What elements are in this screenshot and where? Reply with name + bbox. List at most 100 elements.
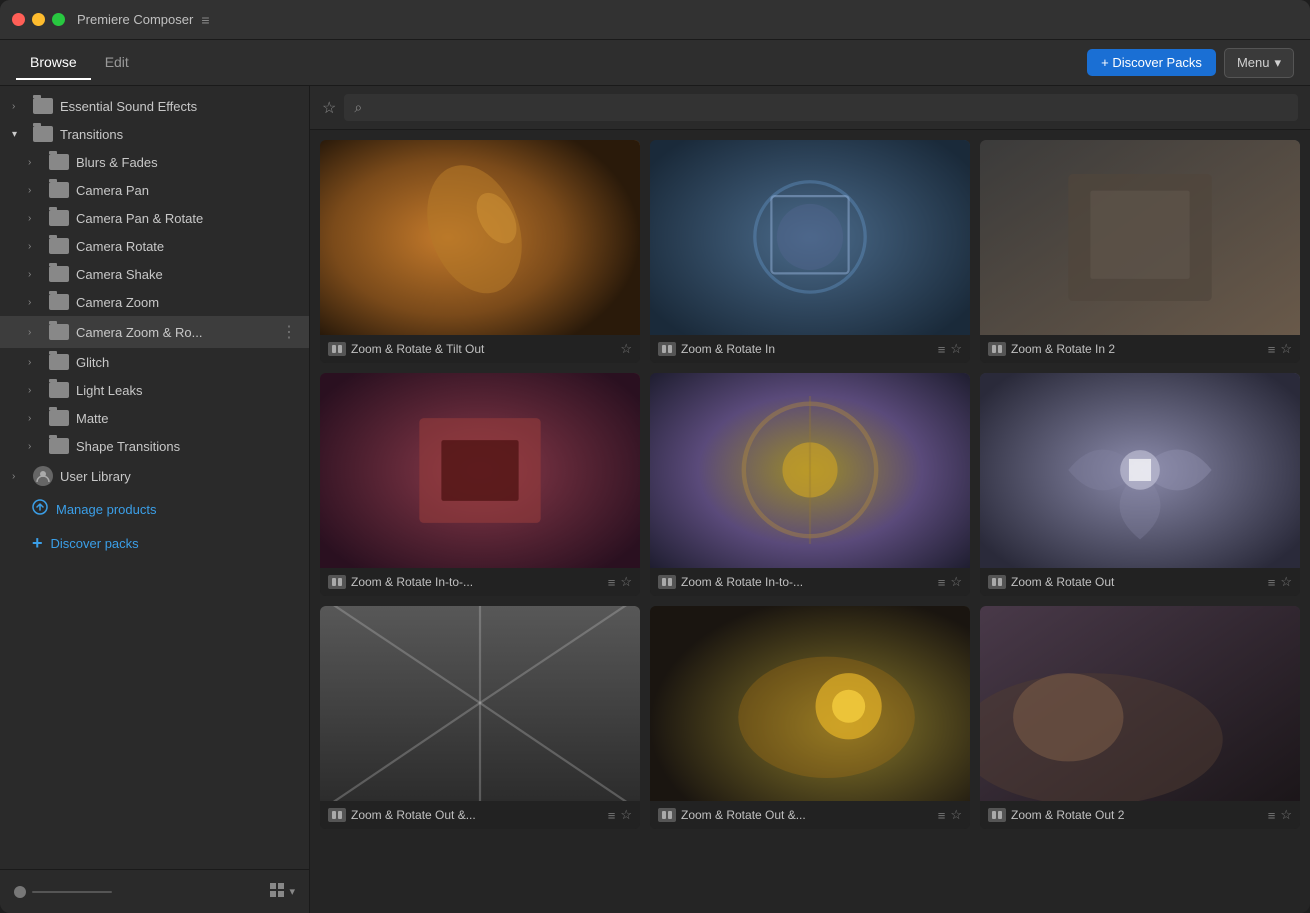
card-star-icon[interactable]: ☆ (1280, 807, 1292, 823)
card-label: Zoom & Rotate Out &... (351, 808, 603, 822)
card-label: Zoom & Rotate In-to-... (351, 575, 603, 589)
card-star-icon[interactable]: ☆ (1280, 341, 1292, 357)
sidebar-item-camera-rotate[interactable]: › Camera Rotate (0, 232, 309, 260)
card-thumbnail (980, 140, 1300, 335)
card-zoom-rotate-out-2[interactable]: Zoom & Rotate Out &... ≡ ☆ (650, 606, 970, 829)
card-star-icon[interactable]: ☆ (950, 807, 962, 823)
chevron-right-icon: › (28, 157, 42, 168)
card-thumbnail (650, 373, 970, 568)
card-label: Zoom & Rotate In (681, 342, 933, 356)
card-menu-icon[interactable]: ≡ (1268, 342, 1276, 357)
minimize-button[interactable] (32, 13, 45, 26)
tab-edit[interactable]: Edit (91, 46, 143, 80)
card-menu-icon[interactable]: ≡ (938, 575, 946, 590)
tab-browse[interactable]: Browse (16, 46, 91, 80)
card-menu-icon[interactable]: ≡ (1268, 808, 1276, 823)
chevron-right-icon: › (28, 213, 42, 224)
card-star-icon[interactable]: ☆ (1280, 574, 1292, 590)
zoom-slider[interactable] (14, 886, 259, 898)
card-footer: Zoom & Rotate In ≡ ☆ (650, 335, 970, 363)
sidebar-item-camera-zoom[interactable]: › Camera Zoom (0, 288, 309, 316)
close-button[interactable] (12, 13, 25, 26)
card-star-icon[interactable]: ☆ (620, 807, 632, 823)
clip-icon (328, 342, 346, 356)
sidebar-item-shape-transitions[interactable]: › Shape Transitions (0, 432, 309, 460)
view-toggle[interactable]: ▾ (269, 882, 295, 901)
card-zoom-rotate-out[interactable]: Zoom & Rotate Out ≡ ☆ (980, 373, 1300, 596)
discover-packs-action[interactable]: + Discover packs (0, 526, 309, 561)
sidebar-item-essential-sound[interactable]: › Essential Sound Effects (0, 92, 309, 120)
card-zoom-rotate-in[interactable]: Zoom & Rotate In ≡ ☆ (650, 140, 970, 363)
maximize-button[interactable] (52, 13, 65, 26)
chevron-right-icon: › (28, 385, 42, 396)
sidebar-item-transitions[interactable]: ▾ Transitions (0, 120, 309, 148)
card-footer: Zoom & Rotate Out &... ≡ ☆ (320, 801, 640, 829)
sidebar-item-light-leaks[interactable]: › Light Leaks (0, 376, 309, 404)
clip-icon (328, 575, 346, 589)
sidebar-item-blurs-fades[interactable]: › Blurs & Fades (0, 148, 309, 176)
card-footer: Zoom & Rotate & Tilt Out ☆ (320, 335, 640, 363)
slider-thumb (14, 886, 26, 898)
sidebar-item-matte[interactable]: › Matte (0, 404, 309, 432)
card-zoom-rotate-tilt-out[interactable]: Zoom & Rotate & Tilt Out ☆ (320, 140, 640, 363)
sidebar-item-label: Glitch (76, 355, 109, 370)
sidebar-footer: ▾ (0, 869, 309, 913)
clip-icon (658, 808, 676, 822)
chevron-right-icon: › (28, 413, 42, 424)
sidebar-item-label: Transitions (60, 127, 123, 142)
card-zoom-rotate-in-to-2[interactable]: Zoom & Rotate In-to-... ≡ ☆ (650, 373, 970, 596)
card-footer: Zoom & Rotate In-to-... ≡ ☆ (320, 568, 640, 596)
card-zoom-rotate-in-2[interactable]: Zoom & Rotate In 2 ≡ ☆ (980, 140, 1300, 363)
card-menu-icon[interactable]: ≡ (608, 575, 616, 590)
content-area: ☆ ⌕ (310, 86, 1310, 913)
star-filter-icon[interactable]: ☆ (322, 98, 336, 118)
card-zoom-rotate-in-to-1[interactable]: Zoom & Rotate In-to-... ≡ ☆ (320, 373, 640, 596)
card-zoom-rotate-out-1[interactable]: Zoom & Rotate Out &... ≡ ☆ (320, 606, 640, 829)
folder-icon (49, 324, 69, 340)
menu-button[interactable]: Menu ▾ (1224, 48, 1294, 78)
sidebar-content: › Essential Sound Effects ▾ Transitions … (0, 86, 309, 869)
sidebar-item-label: Camera Pan (76, 183, 149, 198)
sidebar-item-camera-pan-rotate[interactable]: › Camera Pan & Rotate (0, 204, 309, 232)
card-thumbnail (320, 373, 640, 568)
card-thumbnail (980, 373, 1300, 568)
search-input[interactable] (368, 100, 1288, 115)
card-star-icon[interactable]: ☆ (620, 341, 632, 357)
card-star-icon[interactable]: ☆ (950, 341, 962, 357)
card-label: Zoom & Rotate Out 2 (1011, 808, 1263, 822)
chevron-down-icon: ▾ (12, 129, 26, 140)
discover-packs-button[interactable]: + Discover Packs (1087, 49, 1216, 76)
sidebar-item-glitch[interactable]: › Glitch (0, 348, 309, 376)
card-menu-icon[interactable]: ≡ (938, 342, 946, 357)
chevron-right-icon: › (28, 185, 42, 196)
sidebar-item-camera-pan[interactable]: › Camera Pan (0, 176, 309, 204)
folder-icon (49, 182, 69, 198)
card-label: Zoom & Rotate In-to-... (681, 575, 933, 589)
sidebar-item-label: User Library (60, 469, 131, 484)
discover-packs-label: Discover packs (51, 536, 139, 551)
manage-products-action[interactable]: Manage products (0, 492, 309, 526)
clip-icon (988, 342, 1006, 356)
sidebar-item-label: Matte (76, 411, 109, 426)
hamburger-icon[interactable]: ≡ (201, 12, 209, 28)
traffic-lights (12, 13, 65, 26)
sidebar-item-camera-zoom-ro[interactable]: › Camera Zoom & Ro... ⋮ (0, 316, 309, 348)
card-star-icon[interactable]: ☆ (620, 574, 632, 590)
sidebar-item-user-library[interactable]: › User Library (0, 460, 309, 492)
card-menu-icon[interactable]: ≡ (938, 808, 946, 823)
card-actions: ≡ ☆ (938, 341, 962, 357)
sidebar-item-camera-shake[interactable]: › Camera Shake (0, 260, 309, 288)
card-menu-icon[interactable]: ≡ (608, 808, 616, 823)
more-vert-icon[interactable]: ⋮ (281, 322, 297, 342)
tab-bar: Browse Edit (16, 46, 1087, 80)
manage-products-label: Manage products (56, 502, 156, 517)
card-zoom-rotate-out-2b[interactable]: Zoom & Rotate Out 2 ≡ ☆ (980, 606, 1300, 829)
chevron-right-icon: › (28, 327, 42, 338)
chevron-right-icon: › (28, 357, 42, 368)
chevron-right-icon: › (28, 297, 42, 308)
card-menu-icon[interactable]: ≡ (1268, 575, 1276, 590)
card-thumbnail (320, 140, 640, 335)
card-star-icon[interactable]: ☆ (950, 574, 962, 590)
clip-icon (658, 575, 676, 589)
chevron-right-icon: › (28, 441, 42, 452)
